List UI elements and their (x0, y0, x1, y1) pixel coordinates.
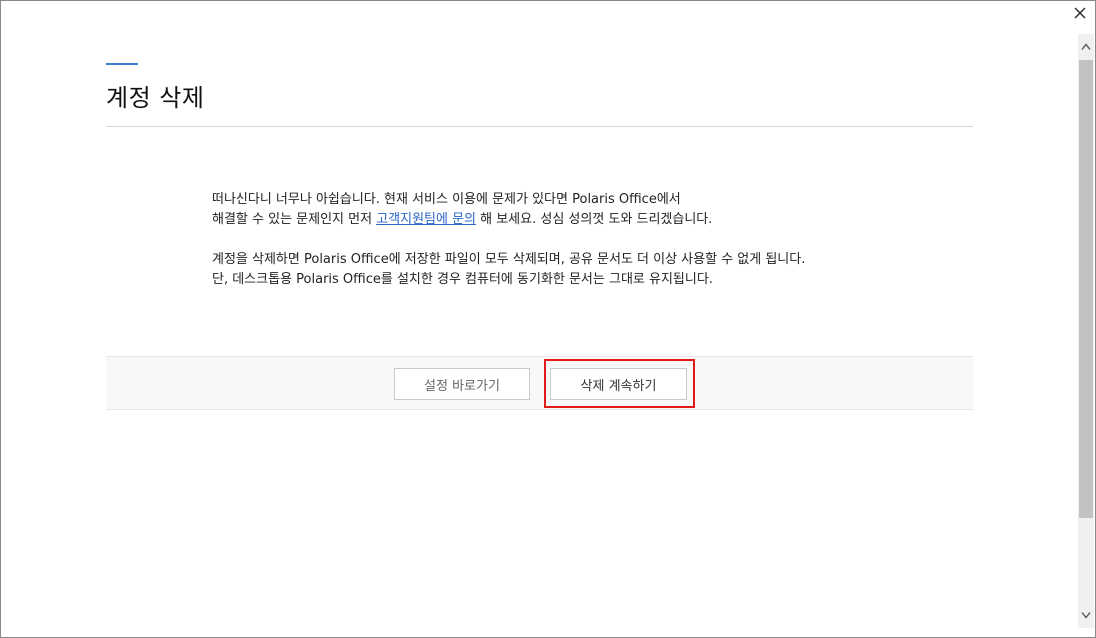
scroll-up-button[interactable] (1078, 36, 1094, 58)
message-line-4: 단, 데스크톱용 Polaris Office를 설치한 경우 컴퓨터에 동기화… (212, 272, 713, 287)
go-to-settings-button[interactable]: 설정 바로가기 (394, 368, 530, 400)
message-line-2-end: 해 보세요. 성심 성의껏 도와 드리겠습니다. (476, 212, 713, 227)
close-icon (1074, 7, 1086, 19)
title-accent-line (106, 63, 138, 65)
action-bar: 설정 바로가기 삭제 계속하기 (106, 356, 973, 410)
message-line-1: 떠나신다니 너무나 아쉽습니다. 현재 서비스 이용에 문제가 있다면 Pola… (212, 192, 681, 207)
message-line-3: 계정을 삭제하면 Polaris Office에 저장한 파일이 모두 삭제되며… (212, 252, 806, 267)
message-line-2: 해결할 수 있는 문제인지 먼저 고객지원팀에 문의 해 보세요. 성심 성의껏… (212, 210, 912, 230)
scroll-down-button[interactable] (1078, 604, 1094, 626)
message-line-2-start: 해결할 수 있는 문제인지 먼저 (212, 212, 377, 227)
close-button[interactable] (1068, 2, 1092, 24)
chevron-down-icon (1081, 612, 1091, 619)
scrollbar-thumb[interactable] (1079, 60, 1093, 518)
page-title: 계정 삭제 (106, 84, 205, 112)
support-contact-link[interactable]: 고객지원팀에 문의 (376, 212, 476, 227)
title-divider (106, 126, 973, 127)
continue-delete-button[interactable]: 삭제 계속하기 (550, 368, 687, 400)
delete-account-message: 떠나신다니 너무나 아쉽습니다. 현재 서비스 이용에 문제가 있다면 Pola… (212, 190, 912, 290)
chevron-up-icon (1081, 43, 1091, 50)
